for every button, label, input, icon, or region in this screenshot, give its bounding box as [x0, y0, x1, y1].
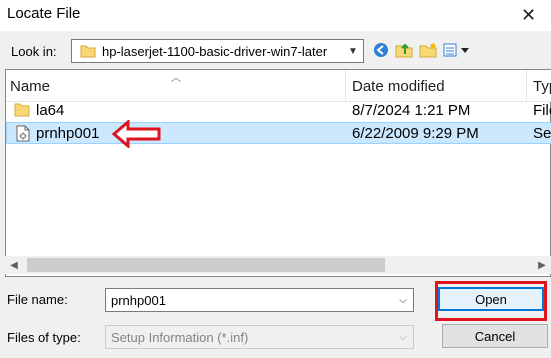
- close-button[interactable]: ✕: [506, 0, 551, 31]
- file-name-label: File name:: [7, 292, 68, 307]
- new-folder-icon[interactable]: [418, 40, 438, 60]
- cancel-button[interactable]: Cancel: [442, 324, 548, 348]
- chevron-down-icon[interactable]: ⌵: [396, 329, 410, 345]
- column-name[interactable]: Name: [10, 78, 50, 95]
- chevron-down-icon[interactable]: ⌵: [396, 292, 410, 308]
- look-in-label: Look in:: [11, 44, 57, 59]
- title-bar: Locate File ✕: [0, 0, 551, 31]
- look-in-dropdown[interactable]: hp-laserjet-1100-basic-driver-win7-later…: [71, 39, 364, 63]
- list-item-selected[interactable]: prnhp001 6/22/2009 9:29 PM Set: [6, 122, 551, 144]
- file-name-value: prnhp001: [111, 293, 166, 308]
- column-header-row: Name ︿ Date modified Typ: [6, 70, 551, 102]
- chevron-down-icon[interactable]: ▼: [346, 43, 360, 59]
- file-name: prnhp001: [36, 125, 100, 142]
- window-title: Locate File: [7, 5, 81, 22]
- file-list[interactable]: Name ︿ Date modified Typ la64 8/7/2024 1…: [5, 69, 551, 277]
- file-type-dropdown[interactable]: Setup Information (*.inf) ⌵: [105, 325, 414, 349]
- column-type[interactable]: Typ: [533, 78, 551, 95]
- up-folder-icon[interactable]: [394, 40, 414, 60]
- column-divider[interactable]: [526, 70, 527, 101]
- open-button[interactable]: Open: [438, 287, 544, 311]
- look-in-value: hp-laserjet-1100-basic-driver-win7-later: [102, 44, 328, 59]
- file-type: Set: [533, 125, 551, 142]
- scroll-right-icon[interactable]: ▶: [533, 256, 551, 274]
- column-divider[interactable]: [345, 70, 346, 101]
- file-type-label: Files of type:: [7, 330, 81, 345]
- scrollbar-thumb[interactable]: [27, 258, 385, 272]
- file-date: 6/22/2009 9:29 PM: [352, 125, 479, 142]
- folder-icon: [80, 44, 96, 61]
- sort-ascending-icon: ︿: [171, 73, 181, 84]
- close-icon: ✕: [520, 5, 537, 25]
- annotation-arrow-icon: [111, 118, 162, 151]
- setup-file-icon: [15, 125, 31, 145]
- file-name: la64: [36, 102, 65, 119]
- back-icon[interactable]: [371, 40, 391, 60]
- folder-icon: [14, 102, 30, 120]
- file-name-input[interactable]: prnhp001 ⌵: [105, 288, 414, 312]
- column-date-modified[interactable]: Date modified: [352, 78, 445, 95]
- view-menu-icon[interactable]: [441, 40, 471, 60]
- file-type: File: [533, 102, 551, 119]
- scroll-left-icon[interactable]: ◀: [5, 256, 23, 274]
- horizontal-scrollbar[interactable]: ◀ ▶: [5, 256, 551, 274]
- list-item[interactable]: la64 8/7/2024 1:21 PM File: [6, 99, 551, 121]
- file-date: 8/7/2024 1:21 PM: [352, 102, 471, 119]
- file-type-value: Setup Information (*.inf): [111, 330, 249, 345]
